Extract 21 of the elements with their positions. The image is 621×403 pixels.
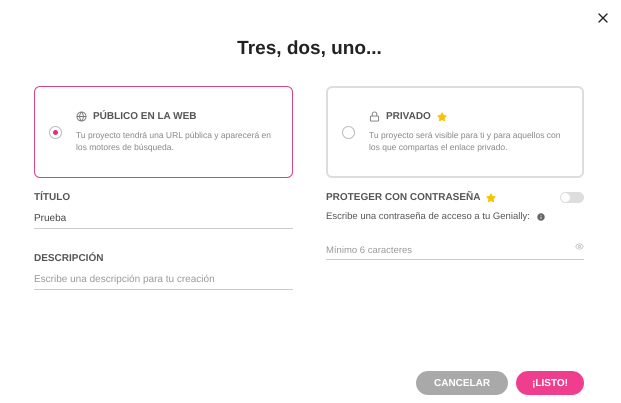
visibility-option-card[interactable]: PRIVADO Tu proyecto será visible para ti y para aquellos con los que compartas el enlace privado. — [326, 86, 584, 178]
toggle-switch[interactable] — [560, 192, 584, 203]
field-label: TÍTULO — [34, 192, 72, 203]
option-title: PÚBLICO EN LA WEB — [93, 111, 197, 122]
eye-icon[interactable] — [575, 242, 584, 251]
title-field[interactable]: Prueba — [34, 213, 293, 229]
option-title: PRIVADO — [386, 111, 431, 122]
radio-button[interactable] — [342, 126, 355, 138]
radio-button[interactable] — [49, 126, 62, 138]
globe-icon — [76, 111, 87, 122]
description-field[interactable]: Escribe una descripción para tu creación — [34, 274, 293, 290]
confirm-button[interactable]: ¡LISTO! — [516, 371, 584, 395]
option-description: Tu proyecto será visible para ti y para aquellos con los que compartas el enlace privado. — [369, 130, 562, 153]
field-label: DESCRIPCIÓN — [34, 253, 104, 264]
lock-icon — [369, 111, 380, 122]
field-label: PROTEGER CON CONTRASEÑA — [326, 192, 480, 203]
option-description: Tu proyecto tendrá una URL pública y aparecerá en los motores de búsqueda. — [76, 130, 272, 153]
info-icon — [536, 212, 546, 222]
visibility-option-card[interactable]: PÚBLICO EN LA WEB Tu proyecto tendrá una URL pública y aparecerá en los motores de búsqueda. — [34, 86, 293, 178]
dialog-title: Tres, dos, uno... — [236, 38, 383, 60]
password-hint: Escribe una contraseña de acceso a tu Genially: — [326, 211, 530, 222]
